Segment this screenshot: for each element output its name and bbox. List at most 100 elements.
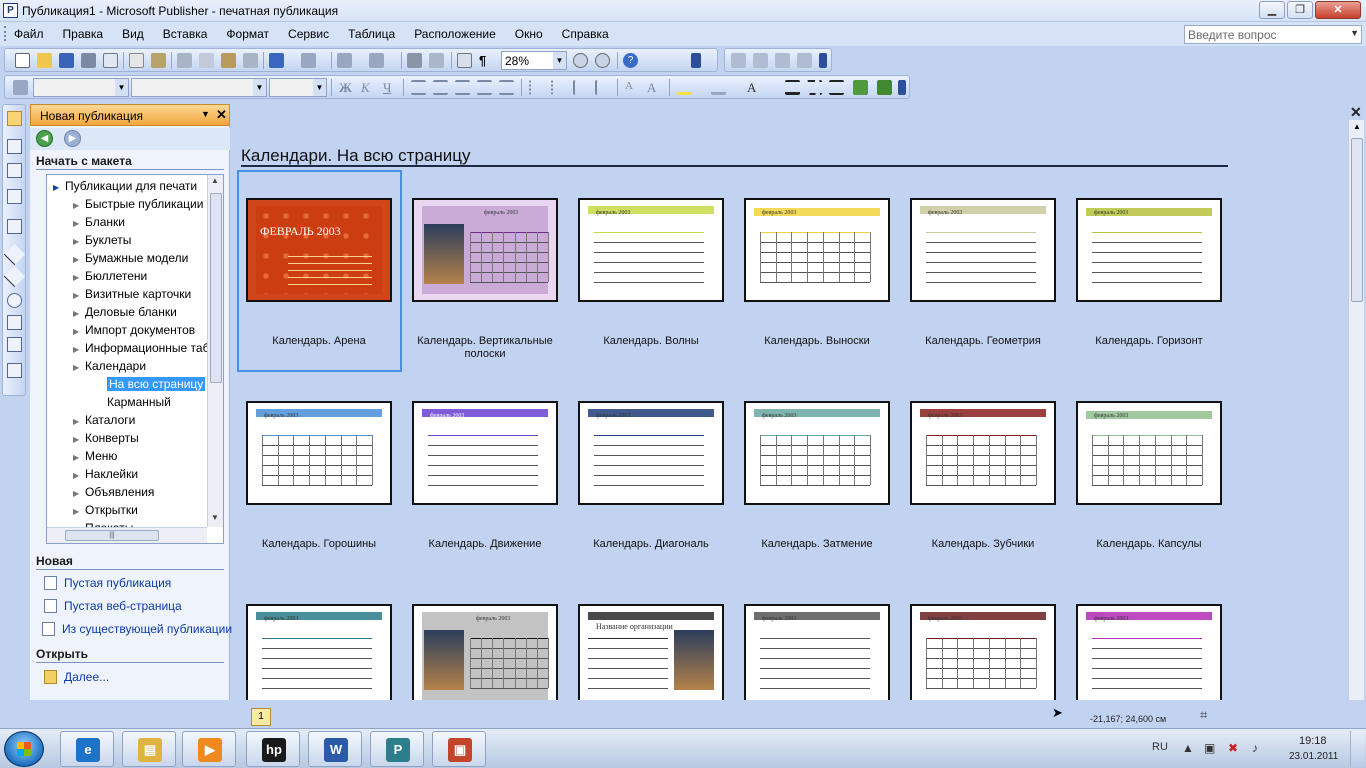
minimize-button[interactable]: ▁ (1259, 1, 1285, 19)
taskbar-app-powerpoint[interactable]: ▣ (432, 731, 486, 767)
expand-arrow-icon[interactable]: ▶ (73, 201, 85, 210)
print-preview-icon[interactable] (103, 53, 118, 68)
volume-icon[interactable]: ♪ (1252, 741, 1258, 755)
line-style-icon[interactable] (785, 80, 800, 95)
calendar-design-thumbnail[interactable]: февраль 2003 (910, 198, 1056, 302)
design-caption[interactable]: Календарь. Диагональ (568, 538, 734, 551)
design-caption[interactable]: Календарь. Зубчики (900, 538, 1066, 551)
calendar-design-thumbnail[interactable]: февраль 2003 (578, 401, 724, 505)
calendar-design-thumbnail[interactable]: февраль 2003 (1076, 401, 1222, 505)
calendar-design-thumbnail[interactable]: февраль 2003 (910, 604, 1056, 700)
scroll-up-icon[interactable]: ▲ (1353, 122, 1361, 131)
numbering-icon[interactable] (529, 80, 544, 95)
menu-arrange[interactable]: Расположение (410, 27, 500, 41)
more-link[interactable]: Далее... (44, 670, 109, 684)
calendar-design-thumbnail[interactable]: февраль 2003 (246, 604, 392, 700)
align-left-icon[interactable] (411, 80, 426, 95)
expand-arrow-icon[interactable]: ▶ (73, 345, 85, 354)
open-folder-icon[interactable] (37, 53, 52, 68)
hyperlink-icon[interactable] (407, 53, 422, 68)
undo-icon[interactable] (269, 53, 284, 68)
scroll-thumb[interactable] (210, 193, 222, 383)
chevron-down-icon[interactable]: ▼ (115, 79, 128, 96)
toolbar-options-icon[interactable] (898, 80, 906, 95)
columns-icon[interactable] (457, 53, 472, 68)
tree-item[interactable]: На всю страницу (47, 377, 207, 395)
design-caption[interactable]: Календарь. Волны (568, 335, 734, 348)
chevron-down-icon[interactable]: ▼ (553, 52, 566, 69)
menu-help[interactable]: Справка (558, 27, 613, 41)
web-publish-icon[interactable] (797, 53, 812, 68)
toolbar-options-icon[interactable] (819, 53, 827, 68)
3d-style-icon[interactable] (877, 80, 892, 95)
tree-item[interactable]: ▶ Открытки (47, 503, 207, 521)
expand-arrow-icon[interactable]: ▶ (73, 363, 85, 372)
publisher-app-icon[interactable]: P (3, 3, 18, 18)
maximize-button[interactable]: ❐ (1287, 1, 1313, 19)
design-caption[interactable]: Календарь. Геометрия (900, 335, 1066, 348)
styles-icon[interactable] (13, 80, 28, 95)
zoom-select[interactable]: 28% ▼ (501, 51, 567, 70)
bold-icon[interactable]: Ж (339, 80, 352, 96)
expand-arrow-icon[interactable]: ▶ (73, 327, 85, 336)
menu-edit[interactable]: Правка (59, 27, 108, 41)
menu-file[interactable]: Файл (10, 27, 48, 41)
expand-arrow-icon[interactable]: ▶ (73, 507, 85, 516)
tree-item[interactable]: ▶ Объявления (47, 485, 207, 503)
oval-icon[interactable] (7, 293, 22, 308)
arrow-style-icon[interactable] (829, 80, 844, 95)
zoom-preview-icon[interactable] (429, 53, 444, 68)
web-preview-icon[interactable] (775, 53, 790, 68)
decrease-font-icon[interactable]: A (625, 80, 633, 92)
ask-question-input[interactable]: Введите вопрос ▼ (1184, 25, 1362, 44)
blank-web-page-link[interactable]: Пустая веб-страница (44, 599, 182, 613)
close-icon[interactable]: ✕ (1350, 104, 1362, 121)
tree-item[interactable]: ▶ Деловые бланки (47, 305, 207, 323)
calendar-design-thumbnail[interactable]: февраль 2003 (1076, 198, 1222, 302)
line-spacing-icon[interactable] (499, 80, 514, 95)
expand-arrow-icon[interactable]: ▶ (73, 453, 85, 462)
chevron-down-icon[interactable]: ▼ (1350, 28, 1359, 38)
design-caption[interactable]: Календарь. Горизонт (1066, 335, 1232, 348)
tray-device-icon[interactable]: ▣ (1204, 741, 1215, 755)
italic-icon[interactable]: К (361, 80, 370, 96)
calendar-design-thumbnail[interactable]: февраль 2003 (744, 604, 890, 700)
calendar-design-thumbnail[interactable]: февраль 2003 (910, 401, 1056, 505)
tree-item[interactable]: ▶ Наклейки (47, 467, 207, 485)
calendar-design-thumbnail[interactable]: февраль 2003 (412, 198, 558, 302)
show-desktop-button[interactable] (1350, 731, 1364, 767)
language-indicator[interactable]: RU (1152, 741, 1168, 753)
tree-item[interactable]: Карманный (47, 395, 207, 413)
design-caption[interactable]: Календарь. Затмение (734, 538, 900, 551)
menu-table[interactable]: Таблица (344, 27, 399, 41)
taskbar-app-internet-explorer[interactable]: e (60, 731, 114, 767)
wordart-icon[interactable] (7, 189, 22, 204)
scroll-up-icon[interactable]: ▲ (211, 176, 219, 185)
publication-type-tree[interactable]: ▶ Публикации для печати ▶ Быстрые публикаци… (46, 174, 224, 544)
design-caption[interactable]: Календарь. Выноски (734, 335, 900, 348)
text-box-icon[interactable] (7, 139, 22, 154)
research-icon[interactable] (151, 53, 166, 68)
calendar-design-thumbnail[interactable]: февраль 2003 (412, 604, 558, 700)
expand-arrow-icon[interactable]: ▶ (73, 219, 85, 228)
menu-format[interactable]: Формат (222, 27, 273, 41)
menu-insert[interactable]: Вставка (159, 27, 212, 41)
bullets-icon[interactable] (551, 80, 566, 95)
taskbar-app-publisher[interactable]: P (370, 731, 424, 767)
scroll-down-icon[interactable]: ▼ (211, 513, 219, 522)
page-navigator[interactable]: 1 (251, 708, 271, 726)
expand-arrow-icon[interactable]: ▶ (53, 183, 65, 192)
close-icon[interactable]: ✕ (216, 107, 227, 123)
arrow-icon[interactable] (3, 265, 26, 288)
rectangle-icon[interactable] (7, 315, 22, 330)
tree-item[interactable]: ▶ Меню (47, 449, 207, 467)
select-objects-icon[interactable] (7, 111, 22, 126)
design-caption[interactable]: Календарь. Вертикальные полоски (402, 335, 568, 361)
tray-expand-icon[interactable]: ▲ (1182, 741, 1194, 755)
align-center-icon[interactable] (433, 80, 448, 95)
shadow-style-icon[interactable] (853, 80, 868, 95)
design-caption[interactable]: Календарь. Капсулы (1066, 538, 1232, 551)
scroll-thumb[interactable]: ||| (65, 530, 159, 541)
design-caption[interactable]: Календарь. Арена (236, 335, 402, 348)
tree-item[interactable]: ▶ Бланки (47, 215, 207, 233)
